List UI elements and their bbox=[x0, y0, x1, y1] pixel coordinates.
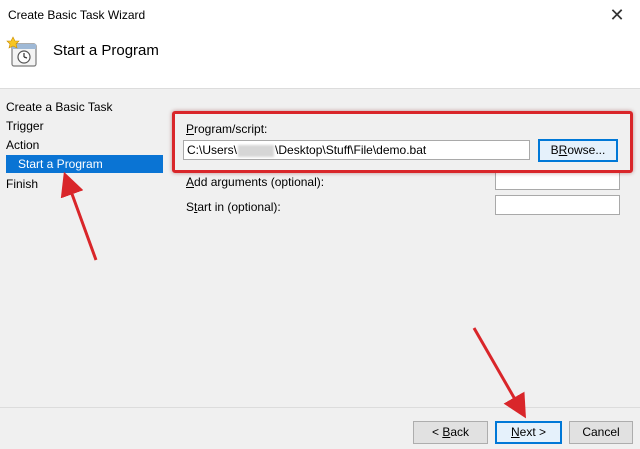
cancel-button[interactable]: Cancel bbox=[569, 421, 633, 444]
args-label-mnemonic: A bbox=[186, 175, 195, 189]
wizard-header: Start a Program bbox=[0, 30, 640, 89]
arrow-to-sidebar-step bbox=[60, 171, 98, 261]
close-button[interactable]: ✕ bbox=[594, 0, 640, 30]
back-label-end: ack bbox=[450, 425, 470, 439]
next-button[interactable]: Next > bbox=[495, 421, 562, 444]
page-title: Start a Program bbox=[53, 42, 159, 59]
next-label-end: ext > bbox=[519, 425, 547, 439]
step-finish: Finish bbox=[6, 177, 39, 191]
task-wizard-window: Create Basic Task Wizard ✕ Start a Progr… bbox=[0, 0, 640, 449]
back-label-start: < bbox=[431, 425, 443, 439]
title-bar: Create Basic Task Wizard ✕ bbox=[0, 0, 640, 30]
startin-label-text: art in (optional): bbox=[197, 200, 281, 214]
task-clock-icon bbox=[6, 36, 37, 67]
args-label-text: dd arguments (optional): bbox=[194, 175, 325, 189]
back-button[interactable]: < Back bbox=[413, 421, 488, 444]
arrow-to-next-button bbox=[472, 327, 526, 419]
add-arguments-label: Add arguments (optional): bbox=[186, 175, 324, 189]
start-in-label: Start in (optional): bbox=[186, 200, 281, 214]
program-highlight-box bbox=[172, 111, 633, 173]
window-title: Create Basic Task Wizard bbox=[8, 8, 146, 22]
step-start-a-program: Start a Program bbox=[6, 155, 163, 173]
start-in-input[interactable] bbox=[495, 195, 620, 215]
footer-divider bbox=[0, 407, 640, 408]
next-label-mnemonic: N bbox=[510, 425, 520, 439]
startin-label-start: S bbox=[186, 200, 195, 214]
add-arguments-input[interactable] bbox=[495, 170, 620, 190]
step-create-basic-task: Create a Basic Task bbox=[6, 100, 113, 114]
step-action: Action bbox=[6, 138, 40, 152]
step-trigger: Trigger bbox=[6, 119, 44, 133]
